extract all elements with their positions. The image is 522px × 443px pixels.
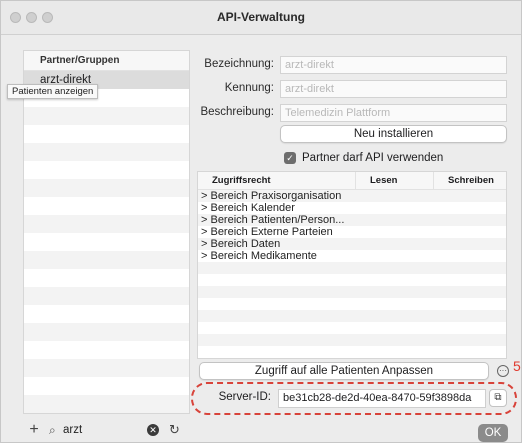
window-title: API-Verwaltung: [216, 10, 305, 24]
search-icon: ⌕: [49, 422, 56, 437]
stripe-row: [198, 334, 506, 346]
permission-row[interactable]: > Bereich Daten: [198, 238, 506, 250]
partner-api-label: Partner darf API verwenden: [302, 152, 444, 164]
partner-empty-row: [24, 305, 189, 323]
copy-icon[interactable]: ⧉: [489, 389, 507, 407]
patients-access-button[interactable]: Zugriff auf alle Patienten Anpassen: [199, 362, 489, 380]
partner-empty-row: [24, 359, 189, 377]
stripe-row: [198, 274, 506, 286]
partner-empty-row: [24, 197, 189, 215]
server-id-field[interactable]: be31cb28-de2d-40ea-8470-59f3898da: [278, 389, 486, 408]
install-button[interactable]: Neu installieren: [280, 125, 507, 143]
beschreibung-label: Beschreibung:: [200, 106, 274, 118]
more-icon[interactable]: ···: [497, 365, 509, 377]
beschreibung-field[interactable]: Telemedizin Plattform: [280, 104, 507, 122]
bezeichnung-label: Bezeichnung:: [204, 58, 274, 70]
titlebar: API-Verwaltung: [1, 1, 521, 35]
partner-empty-row: [24, 341, 189, 359]
col-access[interactable]: Zugriffsrecht: [198, 172, 356, 189]
plus-icon[interactable]: +: [23, 421, 45, 439]
permission-row[interactable]: > Bereich Medikamente: [198, 250, 506, 262]
partner-empty-row: [24, 233, 189, 251]
checkmark-icon[interactable]: ✓: [284, 152, 296, 164]
col-read[interactable]: Lesen: [356, 172, 434, 189]
stripe-row: [198, 286, 506, 298]
tooltip: Patienten anzeigen: [7, 84, 99, 99]
partner-empty-row: [24, 179, 189, 197]
search-input[interactable]: [63, 424, 133, 436]
partner-empty-row: [24, 323, 189, 341]
permission-row[interactable]: > Bereich Kalender: [198, 202, 506, 214]
partner-empty-row: [24, 287, 189, 305]
partner-empty-row: [24, 125, 189, 143]
partners-list: Partner/Gruppen arzt-direkt: [23, 50, 190, 414]
server-id-label: Server-ID:: [218, 391, 271, 403]
partner-empty-row: [24, 377, 189, 395]
partner-empty-row: [24, 107, 189, 125]
stripe-row: [198, 262, 506, 274]
stripe-row: [198, 298, 506, 310]
partner-empty-row: [24, 215, 189, 233]
partner-empty-row: [24, 269, 189, 287]
refresh-icon[interactable]: ↻: [169, 422, 180, 438]
kennung-field[interactable]: arzt-direkt: [280, 80, 507, 98]
stripe-row: [198, 346, 506, 358]
partner-empty-row: [24, 395, 189, 413]
kennung-label: Kennung:: [224, 82, 274, 94]
permission-row[interactable]: > Bereich Externe Parteien: [198, 226, 506, 238]
stripe-row: [198, 322, 506, 334]
partner-api-checkbox-row[interactable]: ✓ Partner darf API verwenden: [284, 152, 443, 164]
search-field[interactable]: ⌕ ✕: [49, 421, 159, 439]
partners-toolbar: + ⌕ ✕ ↻: [23, 420, 190, 440]
stripe-row: [198, 310, 506, 322]
bezeichnung-field[interactable]: arzt-direkt: [280, 56, 507, 74]
col-write[interactable]: Schreiben: [434, 172, 506, 189]
permission-row[interactable]: > Bereich Praxisorganisation: [198, 190, 506, 202]
partners-header: Partner/Gruppen: [24, 51, 189, 71]
annotation-number: 5: [513, 358, 521, 374]
permission-row[interactable]: > Bereich Patienten/Person...: [198, 214, 506, 226]
table-header: Zugriffsrecht Lesen Schreiben: [198, 172, 506, 190]
partner-empty-row: [24, 143, 189, 161]
ok-button[interactable]: OK: [478, 424, 508, 442]
partner-empty-row: [24, 161, 189, 179]
clear-icon[interactable]: ✕: [147, 424, 159, 436]
api-window: API-Verwaltung Partner/Gruppen arzt-dire…: [0, 0, 522, 443]
permissions-table: Zugriffsrecht Lesen Schreiben > Bereich …: [197, 171, 507, 359]
partner-empty-row: [24, 251, 189, 269]
